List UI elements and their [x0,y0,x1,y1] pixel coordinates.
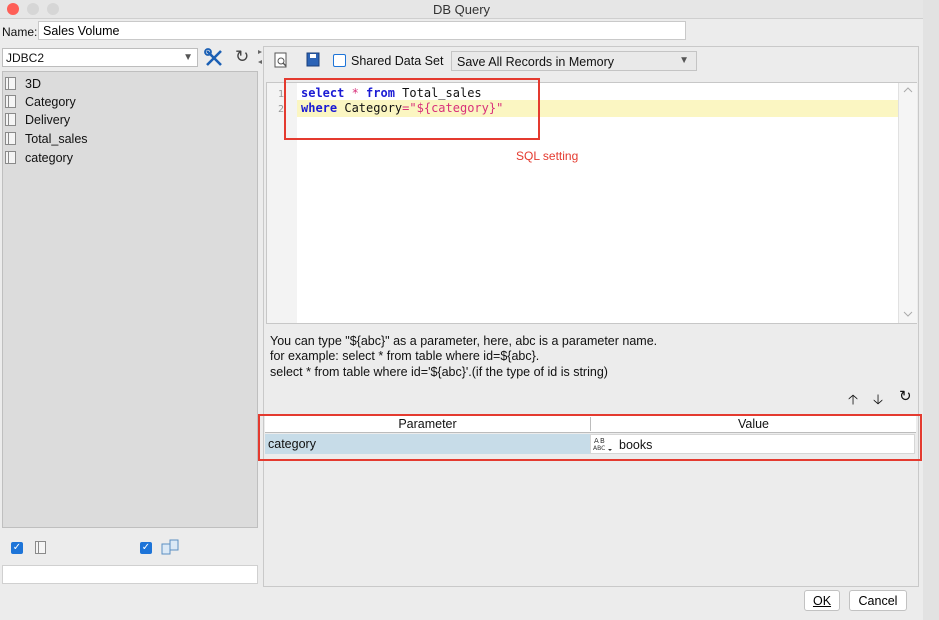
chevron-down-icon: ▼ [679,55,689,66]
table-icon [5,151,16,164]
view-icon [161,539,179,555]
table-icon [5,132,16,145]
show-views-checkbox[interactable]: ✓ [140,542,152,554]
table-label: 3D [25,77,41,91]
chevron-down-icon: ▼ [183,52,193,63]
ok-button[interactable]: OK [804,590,840,611]
help-line-1: You can type "${abc}" as a parameter, he… [270,334,658,348]
connection-select[interactable]: JDBC2 ▼ [2,48,198,67]
preview-document-icon[interactable] [274,52,288,68]
refresh-icon[interactable]: ↻ [235,47,249,67]
table-filter-input[interactable] [2,565,258,584]
wrench-screwdriver-icon[interactable] [204,48,224,68]
table-label: Delivery [25,113,71,127]
table-icon [35,541,46,554]
name-input[interactable] [38,21,686,40]
table-label: Category [25,95,76,109]
table-label: category [25,151,73,165]
table-list: 3D Category Delivery Total_sales categor… [2,71,258,528]
show-tables-checkbox[interactable]: ✓ [11,542,23,554]
window-title: DB Query [432,2,491,17]
arrow-down-icon[interactable]: 🡣 [873,389,883,413]
editor-scrollbar[interactable] [898,83,917,323]
sql-annotation-label: SQL setting [516,149,579,163]
cancel-button[interactable]: Cancel [849,590,907,611]
title-bar: DB Query [0,0,923,19]
shared-data-set-label: Shared Data Set [351,54,444,68]
arrow-up-icon[interactable]: 🡡 [848,389,858,413]
shared-data-set-checkbox[interactable] [333,54,346,67]
table-icon [5,95,16,108]
help-line-3: select * from table where id='${abc}'.(i… [270,365,608,379]
window-edge [923,0,939,620]
scroll-down-icon[interactable] [903,311,913,317]
memory-mode-select[interactable]: Save All Records in Memory ▼ [451,51,697,71]
splitter-grip-icon[interactable] [258,48,262,66]
refresh-params-icon[interactable]: ↻ [899,387,912,405]
table-icon [5,113,16,126]
help-line-2: for example: select * from table where i… [270,349,540,363]
scroll-up-icon[interactable] [903,87,913,93]
param-annotation-box [258,414,922,461]
name-label: Name: [2,25,38,39]
table-icon [5,77,16,90]
memory-mode-value: Save All Records in Memory [457,55,615,69]
table-label: Total_sales [25,132,88,146]
sql-annotation-box [284,78,540,140]
save-icon[interactable] [306,52,320,67]
connection-value: JDBC2 [6,51,45,65]
